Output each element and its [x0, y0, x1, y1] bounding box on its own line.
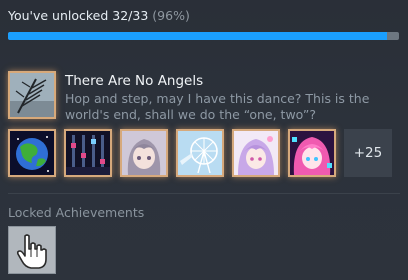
ferris-wheel-icon [178, 131, 222, 175]
unlock-progress-label: You've unlocked 32/33 (96%) [8, 8, 190, 23]
locked-achievement-icon[interactable] [8, 226, 56, 274]
anime-girl-lavender-hair-icon [234, 131, 278, 175]
pixel-stage-icon [66, 131, 110, 175]
featured-achievement-icon[interactable] [8, 71, 56, 119]
locked-achievements-heading: Locked Achievements [8, 205, 145, 220]
achievement-badge[interactable] [8, 129, 56, 177]
achievement-badge[interactable] [120, 129, 168, 177]
anime-girl-gray-hair-icon [122, 131, 166, 175]
achievement-badge[interactable] [64, 129, 112, 177]
unlock-count: You've unlocked 32/33 [8, 8, 149, 23]
achievement-title: There Are No Angels [65, 73, 204, 89]
anime-girl-pink-hair-icon [290, 131, 334, 175]
achievement-badge[interactable] [288, 129, 336, 177]
more-achievements-count[interactable]: +25 [344, 129, 392, 177]
progress-bar-fill [8, 32, 388, 40]
section-divider [8, 193, 400, 194]
pointing-hand-cursor-icon [9, 227, 55, 273]
achievement-badge[interactable] [232, 129, 280, 177]
earth-icon [10, 131, 54, 175]
progress-bar [8, 32, 399, 40]
tv-antenna-icon [10, 73, 54, 117]
unlock-percent: (96%) [152, 8, 190, 23]
achievement-badge[interactable] [176, 129, 224, 177]
achievement-description: Hop and step, may I have this dance? Thi… [65, 91, 370, 122]
